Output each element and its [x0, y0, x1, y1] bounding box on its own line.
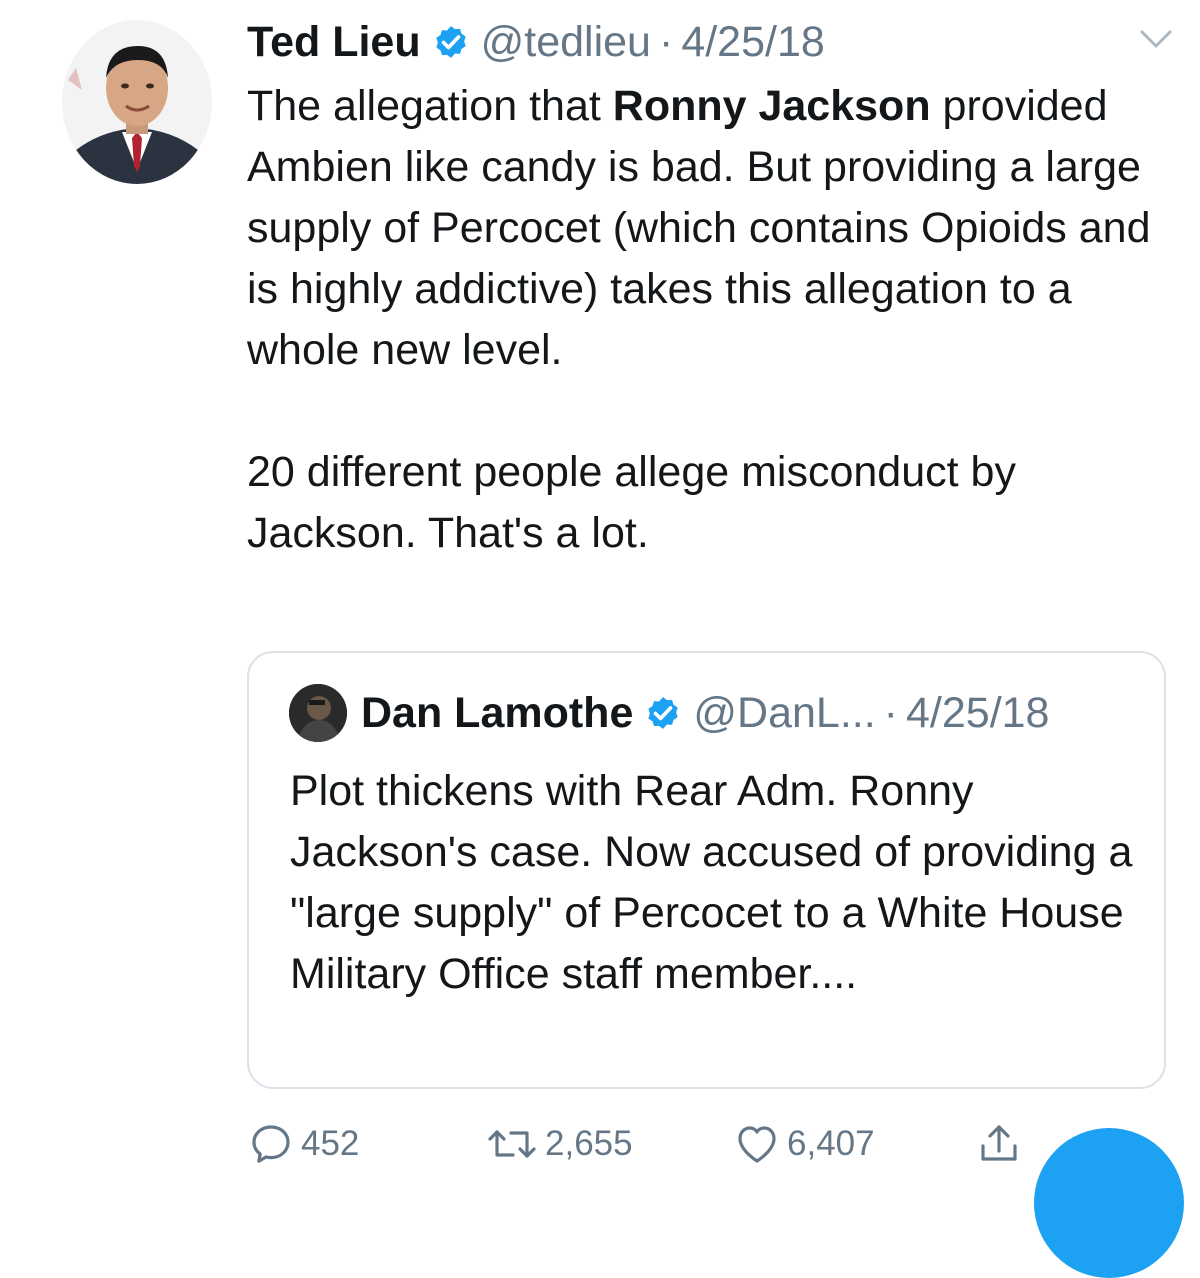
tweet: Ted Lieu @tedlieu · 4/25/18 The allegati…: [0, 0, 1200, 1278]
tweet-paragraph-2: 20 different people allege misconduct by…: [247, 448, 1016, 557]
like-button[interactable]: 6,407: [733, 1116, 875, 1172]
tweet-header: Ted Lieu @tedlieu · 4/25/18: [247, 14, 825, 70]
quoted-tweet[interactable]: Dan Lamothe @DanL... · 4/25/18 Plot thic…: [247, 651, 1166, 1089]
quoted-avatar-portrait: [289, 684, 347, 742]
compose-tweet-button[interactable]: [1034, 1128, 1184, 1278]
avatar-portrait: [62, 20, 212, 184]
quoted-tweet-date: 4/25/18: [906, 689, 1050, 737]
share-icon: [981, 1125, 1017, 1161]
tweet-text: The allegation that Ronny Jackson provid…: [247, 76, 1177, 564]
verified-badge-icon: [648, 697, 679, 729]
retweet-count: 2,655: [545, 1124, 633, 1163]
author-avatar[interactable]: [62, 20, 212, 184]
separator-dot: ·: [658, 18, 674, 66]
heart-icon: [738, 1126, 776, 1163]
verified-badge-icon: [435, 26, 466, 58]
retweet-icon: [488, 1130, 536, 1158]
tweet-paragraph-1: The allegation that Ronny Jackson provid…: [247, 82, 1151, 374]
author-handle[interactable]: @tedlieu: [481, 14, 651, 70]
author-name[interactable]: Ted Lieu: [247, 14, 421, 70]
reply-button[interactable]: 452: [247, 1116, 359, 1172]
separator-dot: ·: [883, 689, 898, 737]
reply-icon: [252, 1125, 290, 1163]
reply-count: 452: [301, 1124, 360, 1163]
share-button[interactable]: [975, 1116, 1023, 1172]
retweet-button[interactable]: 2,655: [485, 1116, 633, 1172]
quoted-tweet-text: Plot thickens with Rear Adm. Ronny Jacks…: [290, 767, 1133, 998]
chevron-down-icon[interactable]: [1138, 26, 1174, 52]
tweet-date[interactable]: 4/25/18: [681, 14, 824, 70]
mention-ronny-jackson: Ronny Jackson: [612, 82, 931, 130]
like-count: 6,407: [787, 1124, 875, 1163]
quoted-author-avatar: [289, 684, 347, 742]
quoted-author-handle: @DanL...: [693, 689, 876, 737]
quoted-author-name: Dan Lamothe: [361, 689, 634, 737]
quoted-tweet-header: Dan Lamothe @DanL... · 4/25/18: [289, 683, 1049, 743]
